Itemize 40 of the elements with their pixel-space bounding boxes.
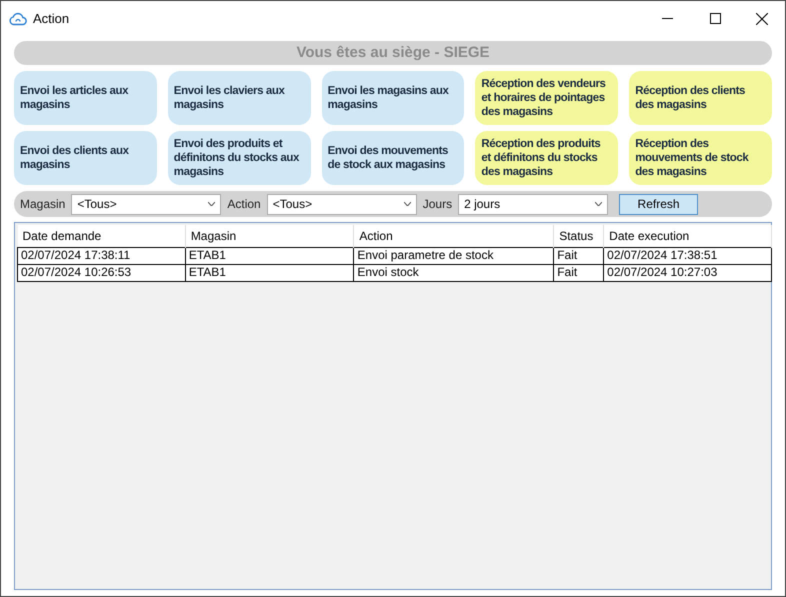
column-header[interactable]: Date execution (604, 225, 772, 247)
table-cell: Fait (554, 264, 604, 281)
chevron-down-icon (404, 202, 411, 206)
column-header[interactable]: Date demande (18, 225, 186, 247)
table-cell: 02/07/2024 17:38:51 (604, 247, 772, 264)
filter-dropdown[interactable]: 2 jours (458, 194, 608, 214)
filter-dropdown[interactable]: <Tous> (266, 194, 417, 214)
table-cell: ETAB1 (185, 247, 354, 264)
table-cell: 02/07/2024 17:38:11 (18, 247, 186, 264)
filter-label: Magasin (20, 196, 66, 213)
action-button[interactable]: Envoi les articles aux magasins (14, 71, 157, 125)
action-button[interactable]: Envoi des clients aux magasins (14, 131, 157, 185)
filter-label: Action (227, 196, 261, 213)
table-cell: 02/07/2024 10:27:03 (604, 264, 772, 281)
column-header[interactable]: Magasin (185, 225, 354, 247)
maximize-icon[interactable] (710, 13, 721, 24)
action-button[interactable]: Envoi les magasins aux magasins (322, 71, 464, 125)
table-cell: Fait (554, 247, 604, 264)
action-button[interactable]: Réception des clients des magasins (629, 71, 772, 125)
filter-label: Jours (422, 196, 452, 213)
action-button[interactable]: Envoi des mouvements de stock aux magasins (322, 131, 464, 185)
cloud-icon (9, 12, 27, 26)
column-header[interactable]: Action (354, 225, 554, 247)
refresh-button[interactable]: Refresh (619, 194, 698, 214)
table-cell: ETAB1 (185, 264, 354, 281)
action-button[interactable]: Envoi des produits et définitons du stocks aux magasins (168, 131, 311, 185)
window-title: Action (33, 10, 70, 28)
action-button[interactable]: Envoi les claviers aux magasins (168, 71, 311, 125)
column-header[interactable]: Status (554, 225, 604, 247)
location-banner: Vous êtes au siège - SIEGE (14, 41, 772, 65)
close-icon[interactable] (756, 12, 768, 24)
action-button[interactable]: Réception des mouvements de stock des magasins (629, 131, 772, 185)
table-cell: Envoi stock (354, 264, 554, 281)
table-cell: 02/07/2024 10:26:53 (18, 264, 186, 281)
chevron-down-icon (208, 202, 216, 206)
table-cell: Envoi parametre de stock (354, 247, 554, 264)
action-button[interactable]: Réception des produits et définitons du stocks des magasins (475, 131, 618, 185)
chevron-down-icon (595, 202, 602, 206)
filter-dropdown[interactable]: <Tous> (71, 194, 222, 214)
action-button[interactable]: Réception des vendeurs et horaires de pointages des magasins (475, 71, 618, 125)
